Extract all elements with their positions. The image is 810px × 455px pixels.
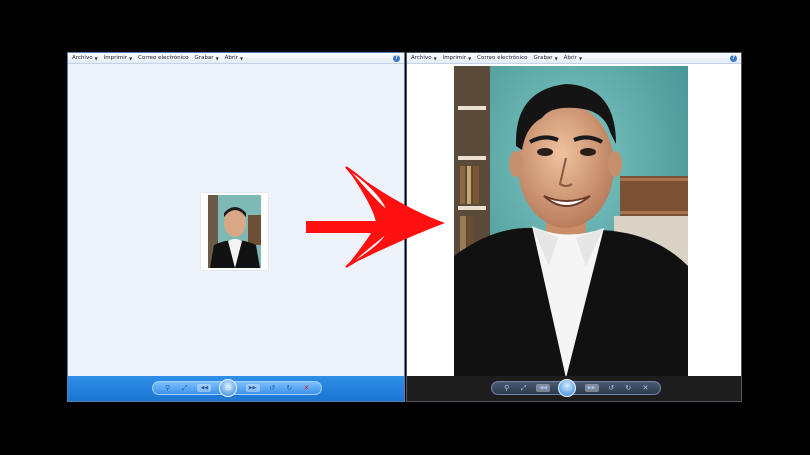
menu-bar: Archivo ▼ Imprimir ▼ Correo electrónico Gr… [68, 53, 404, 64]
chevron-down-icon: ▼ [578, 55, 583, 61]
chevron-down-icon: ▼ [239, 55, 244, 61]
portrait-photo-large [454, 66, 688, 378]
control-bar: ⚲ ⤢ ◀◀ ▭ ▶▶ ↺ ↻ ✕ [407, 376, 741, 401]
menu-bar: Archivo ▼ Imprimir ▼ Correo electrónico Gr… [407, 53, 741, 64]
chevron-down-icon: ▼ [129, 55, 133, 61]
menu-archivo[interactable]: Archivo ▼ [411, 55, 437, 61]
delete-icon[interactable]: ✕ [302, 384, 311, 392]
zoom-icon[interactable]: ⚲ [163, 384, 172, 392]
menu-abrir[interactable]: Abrir ▼ [564, 55, 582, 61]
menu-label: Imprimir [103, 55, 128, 61]
next-icon[interactable]: ▶▶ [584, 384, 599, 392]
fit-icon[interactable]: ⤢ [519, 384, 528, 392]
chevron-down-icon: ▼ [433, 55, 437, 61]
previous-icon[interactable]: ◀◀ [536, 384, 551, 392]
menu-label: Imprimir [442, 55, 467, 61]
portrait-photo-small [208, 195, 261, 268]
controls-pill: ⚲ ⤢ ◀◀ ▭ ▶▶ ↺ ↻ ✕ [152, 379, 322, 397]
menu-correo[interactable]: Correo electrónico [477, 55, 527, 61]
help-icon[interactable]: ? [730, 55, 737, 62]
menu-label: Correo electrónico [138, 55, 189, 61]
rotate-right-icon[interactable]: ↻ [624, 384, 633, 392]
chevron-down-icon: ▼ [468, 55, 472, 61]
menu-imprimir[interactable]: Imprimir ▼ [443, 55, 472, 61]
fit-icon[interactable]: ⤢ [180, 384, 189, 392]
previous-icon[interactable]: ◀◀ [197, 384, 212, 392]
menu-label: Grabar [533, 55, 553, 61]
menu-abrir[interactable]: Abrir ▼ [225, 55, 243, 61]
menu-imprimir[interactable]: Imprimir ▼ [104, 55, 133, 61]
slideshow-play-icon[interactable]: ▭ [219, 379, 238, 397]
chevron-down-icon: ▼ [215, 55, 219, 61]
menu-label: Archivo [72, 55, 93, 61]
delete-icon[interactable]: ✕ [641, 384, 650, 392]
menu-label: Grabar [194, 55, 214, 61]
menu-grabar[interactable]: Grabar ▼ [534, 55, 558, 61]
chevron-down-icon: ▼ [554, 55, 558, 61]
menu-archivo[interactable]: Archivo ▼ [72, 55, 98, 61]
chevron-down-icon: ▼ [94, 55, 98, 61]
menu-grabar[interactable]: Grabar ▼ [195, 55, 219, 61]
menu-label: Abrir [224, 55, 238, 61]
image-canvas [407, 64, 741, 378]
rotate-right-icon[interactable]: ↻ [285, 384, 294, 392]
menu-label: Correo electrónico [477, 55, 528, 61]
control-bar: ⚲ ⤢ ◀◀ ▭ ▶▶ ↺ ↻ ✕ [68, 376, 404, 401]
rotate-left-icon[interactable]: ↺ [607, 384, 616, 392]
slideshow-play-icon[interactable]: ▭ [558, 379, 577, 397]
rotate-left-icon[interactable]: ↺ [268, 384, 277, 392]
zoom-icon[interactable]: ⚲ [502, 384, 511, 392]
viewer-window-after: Archivo ▼ Imprimir ▼ Correo electrónico Gr… [406, 52, 742, 402]
help-icon[interactable]: ? [393, 55, 400, 62]
controls-pill: ⚲ ⤢ ◀◀ ▭ ▶▶ ↺ ↻ ✕ [491, 379, 661, 397]
red-arrow-icon [306, 166, 445, 268]
next-icon[interactable]: ▶▶ [245, 384, 260, 392]
menu-label: Archivo [411, 55, 432, 61]
menu-correo[interactable]: Correo electrónico [138, 55, 188, 61]
menu-label: Abrir [563, 55, 577, 61]
photo-thumbnail [201, 193, 268, 270]
